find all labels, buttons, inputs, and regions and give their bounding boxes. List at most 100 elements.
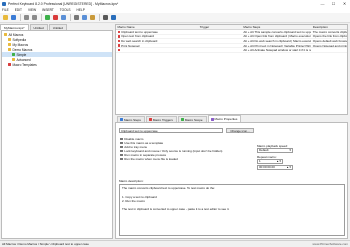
menu-file[interactable]: FILE — [2, 8, 9, 12]
macro-name-field[interactable]: Clipboard text to uppercase — [119, 128, 223, 133]
toolbar-button-help[interactable] — [110, 14, 117, 21]
close-button[interactable]: ✕ — [339, 0, 350, 7]
folder-icon — [4, 33, 7, 36]
menu-tools[interactable]: TOOLS — [60, 8, 71, 12]
back-icon — [24, 15, 29, 20]
toolbar-button-paste[interactable] — [89, 14, 96, 21]
app-icon — [2, 1, 6, 6]
toolbar-button-properties[interactable] — [60, 14, 67, 21]
copy-icon — [82, 15, 87, 20]
macro-list: Macro Name Trigger Macro Steps Descripti… — [115, 24, 348, 115]
macro-icon — [117, 48, 121, 52]
description-cell: Opens default web browser... — [311, 39, 347, 43]
tree-item-label: My Macros — [12, 42, 29, 47]
macro-name-cell: Open text from clipboard — [116, 34, 198, 39]
description-line: The text in clipboard is converted to up… — [122, 207, 230, 212]
description-cell: Opens Notepad and prints... — [311, 44, 347, 48]
description-cell-text: The macro converts clipboard t... — [312, 30, 347, 34]
toolbar-button-delete[interactable] — [52, 14, 59, 21]
folder-icon — [8, 63, 11, 66]
menu-insert[interactable]: INSERT — [42, 8, 54, 12]
toolbar — [0, 13, 350, 23]
checkbox-icon[interactable] — [120, 141, 123, 145]
macro-name-cell-text: Print Notepad — [121, 43, 140, 48]
window-controls: — ☐ ✕ — [317, 0, 350, 7]
folder-icon — [12, 58, 15, 61]
macro-icon — [117, 35, 121, 38]
toolbar-button-copy[interactable] — [81, 14, 88, 21]
tree-item[interactable]: Macro Templates — [2, 62, 112, 67]
toolbar-button-forward[interactable] — [31, 14, 38, 21]
tab-icon — [120, 118, 123, 121]
minimize-button[interactable]: — — [317, 0, 328, 7]
macro-folder-tree: All Macros Softpedia My Macros Demo Macros S… — [1, 30, 113, 239]
tab-icon — [210, 117, 214, 121]
playback-speed-select[interactable]: Default ▼ — [257, 148, 293, 153]
tab-icon — [180, 118, 184, 121]
paste-icon — [90, 15, 95, 20]
menu-help[interactable]: HELP — [77, 8, 85, 12]
column-header-trigger[interactable]: Trigger — [198, 25, 242, 29]
tab-label: Macro Steps — [124, 117, 141, 122]
tab-macro-scope[interactable]: Macro Scope — [177, 116, 207, 122]
tab-macro-steps[interactable]: Macro Steps — [117, 116, 145, 122]
stepper-icon: ▲▼ — [286, 165, 292, 169]
macro-name-cell-text: Do web search in clipboard — [121, 39, 158, 43]
macro-detail-tabs: Macro Steps Macro Triggers Macro Scope Macr… — [115, 115, 348, 123]
repeat-count-field[interactable]: 1 ▲▼ — [257, 159, 283, 164]
menu-edit[interactable]: EDIT — [15, 8, 22, 12]
macro-steps-cell: Alt + Alt This sample converts clipboard… — [242, 30, 311, 34]
macro-name-cell-text: Open text from clipboard — [121, 34, 154, 39]
toolbar-separator — [20, 14, 21, 21]
title-bar: Perfect Keyboard 8.2.0 Professional [UNR… — [0, 0, 350, 7]
macro-description-field[interactable]: The macro converts clipboard text to upp… — [119, 184, 345, 236]
menu-view[interactable]: VIEW — [28, 8, 36, 12]
delete-icon — [53, 15, 58, 20]
help-icon — [111, 15, 116, 20]
macro-steps-cell-text: Alt + Alt This sample converts clipboard… — [243, 30, 311, 34]
save-icon — [11, 15, 16, 20]
macro-steps-cell: Alt + Alt Activate Notepad window or sta… — [242, 48, 311, 52]
option-label: Run the macro when menu file is loaded — [124, 157, 178, 161]
macro-options: Disable macro Use this macro as a templat… — [120, 137, 230, 161]
maximize-button[interactable]: ☐ — [328, 0, 339, 7]
checkbox-icon[interactable] — [120, 153, 123, 157]
repeat-time-field[interactable]: 00:00:00.00 ▲▼ — [257, 165, 293, 170]
toolbar-button-cut[interactable] — [73, 14, 80, 21]
toolbar-button-new-folder[interactable] — [2, 14, 9, 21]
repeat-count-value: 1 — [259, 159, 261, 164]
column-header-macro-steps[interactable]: Macro Steps — [242, 25, 311, 29]
window-title: Perfect Keyboard 8.2.0 Professional [UNR… — [8, 1, 119, 6]
description-cell: The macro converts clipboard t... — [311, 30, 347, 34]
change-icon-button[interactable]: Change icon... — [226, 128, 254, 133]
new-folder-icon — [3, 15, 8, 20]
playback-speed-value: Default — [259, 148, 269, 153]
trigger-cell — [198, 39, 242, 43]
new-macro-icon — [45, 15, 50, 20]
checkbox-icon[interactable] — [120, 137, 123, 141]
toolbar-button-new-macro[interactable] — [44, 14, 51, 21]
checkbox-icon[interactable] — [120, 145, 123, 149]
folder-icon — [8, 43, 11, 46]
folder-icon — [8, 48, 11, 51]
macro-steps-cell: Alt + Alt Print text in Notepad | Variab… — [242, 44, 311, 48]
folder-icon — [12, 53, 15, 56]
toolbar-button-save[interactable] — [10, 14, 17, 21]
column-header-description[interactable]: Description — [311, 25, 347, 29]
toolbar-button-back[interactable] — [23, 14, 30, 21]
tab-macro-properties[interactable]: Macro Properties — [207, 115, 242, 122]
toolbar-button-search[interactable] — [102, 14, 109, 21]
option-checkbox[interactable]: Run the macro when menu file is loaded — [120, 157, 230, 161]
checkbox-icon[interactable] — [120, 157, 123, 161]
macro-steps-cell: Alt + Alt Open link from clipboard | Mac… — [242, 35, 311, 39]
macro-name-cell: Do web search in clipboard — [116, 39, 198, 43]
repeat-time-value: 00:00:00.00 — [259, 165, 275, 170]
folder-icon — [8, 38, 11, 41]
tab-label: Macro Properties — [214, 117, 238, 121]
tree-item-label: Demo Macros — [12, 47, 33, 52]
table-row[interactable]: Alt + Alt Activate Notepad window or sta… — [116, 48, 347, 53]
tab-macro-triggers[interactable]: Macro Triggers — [145, 116, 177, 122]
checkbox-icon[interactable] — [120, 149, 123, 153]
column-header-macro-name[interactable]: Macro Name — [116, 25, 198, 29]
stepper-icon: ▲▼ — [276, 159, 282, 163]
